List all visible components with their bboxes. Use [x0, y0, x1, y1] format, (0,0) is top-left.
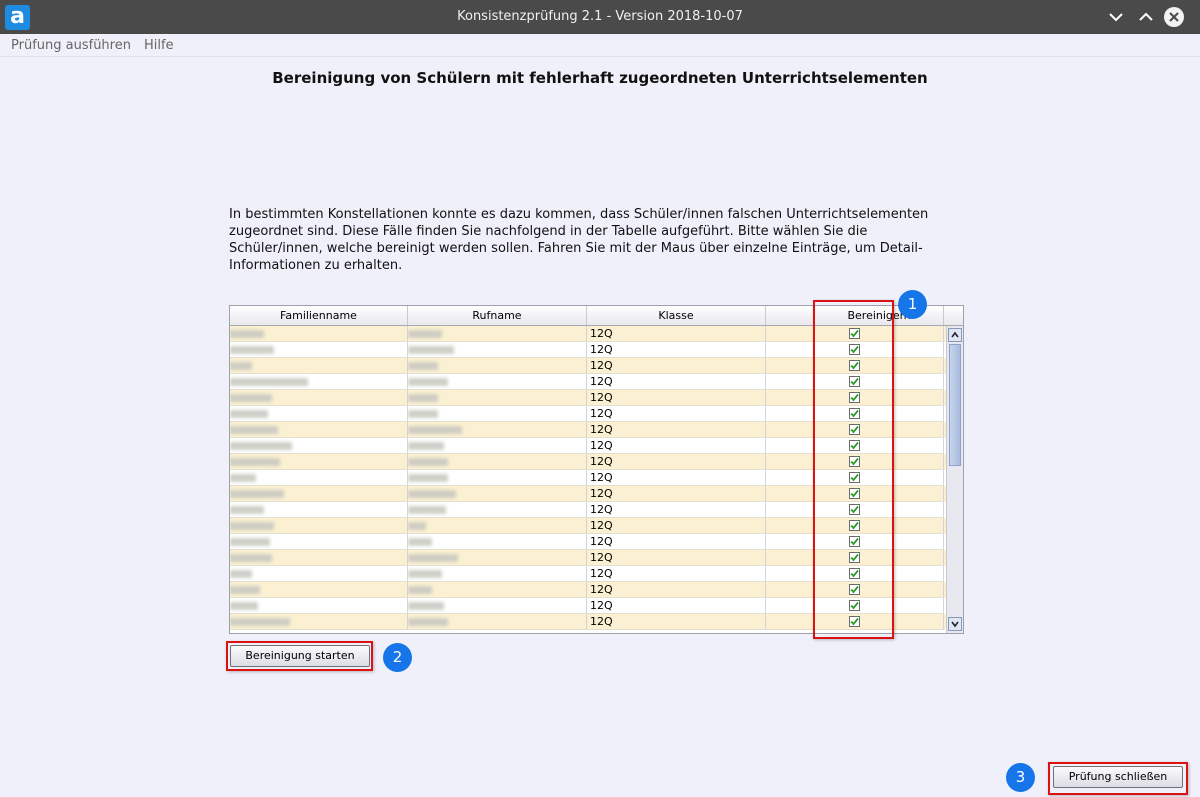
- cell-familienname: [230, 550, 408, 566]
- cell-klasse: 12Q: [587, 566, 766, 582]
- cell-klasse: 12Q: [587, 326, 766, 342]
- cell-familienname: [230, 534, 408, 550]
- cell-rufname: [408, 566, 587, 582]
- cell-familienname: [230, 438, 408, 454]
- cell-klasse: 12Q: [587, 614, 766, 630]
- cell-klasse: 12Q: [587, 342, 766, 358]
- highlight-start-button: [226, 641, 373, 671]
- cell-klasse: 12Q: [587, 598, 766, 614]
- cell-rufname: [408, 390, 587, 406]
- cell-familienname: [230, 486, 408, 502]
- chevron-up-icon: [1135, 6, 1157, 28]
- table-scrollbar[interactable]: [946, 326, 963, 633]
- cell-familienname: [230, 326, 408, 342]
- cell-familienname: [230, 582, 408, 598]
- cell-klasse: 12Q: [587, 534, 766, 550]
- cell-rufname: [408, 614, 587, 630]
- cell-familienname: [230, 374, 408, 390]
- cell-rufname: [408, 534, 587, 550]
- cell-klasse: 12Q: [587, 422, 766, 438]
- window-title: Konsistenzprüfung 2.1 - Version 2018-10-…: [457, 9, 743, 24]
- cell-klasse: 12Q: [587, 470, 766, 486]
- minimize-button[interactable]: [1105, 6, 1127, 28]
- close-window-button[interactable]: [1163, 6, 1185, 28]
- cell-rufname: [408, 470, 587, 486]
- cell-rufname: [408, 598, 587, 614]
- cell-klasse: 12Q: [587, 358, 766, 374]
- cell-rufname: [408, 342, 587, 358]
- page-description: In bestimmten Konstellationen konnte es …: [229, 207, 929, 273]
- cell-familienname: [230, 470, 408, 486]
- highlight-close-button: [1048, 762, 1188, 795]
- chevron-down-icon: [1105, 6, 1127, 28]
- cell-rufname: [408, 518, 587, 534]
- cell-familienname: [230, 454, 408, 470]
- column-header-rufname[interactable]: Rufname: [408, 306, 587, 325]
- cell-familienname: [230, 358, 408, 374]
- arrow-up-icon: [949, 330, 961, 344]
- cell-familienname: [230, 566, 408, 582]
- close-icon: [1163, 6, 1185, 28]
- column-header-familienname[interactable]: Familienname: [230, 306, 408, 325]
- page-title: Bereinigung von Schülern mit fehlerhaft …: [272, 69, 928, 87]
- maximize-button[interactable]: [1135, 6, 1157, 28]
- cell-familienname: [230, 422, 408, 438]
- menu-pruefung-ausfuehren[interactable]: Prüfung ausführen: [11, 38, 131, 53]
- cell-familienname: [230, 390, 408, 406]
- cell-rufname: [408, 486, 587, 502]
- cell-klasse: 12Q: [587, 518, 766, 534]
- cell-klasse: 12Q: [587, 374, 766, 390]
- cell-familienname: [230, 406, 408, 422]
- scroll-down-button[interactable]: [948, 617, 962, 631]
- scroll-up-button[interactable]: [948, 328, 962, 342]
- cell-familienname: [230, 502, 408, 518]
- cell-familienname: [230, 518, 408, 534]
- cell-rufname: [408, 438, 587, 454]
- cell-rufname: [408, 454, 587, 470]
- cell-klasse: 12Q: [587, 454, 766, 470]
- cell-rufname: [408, 582, 587, 598]
- cell-rufname: [408, 326, 587, 342]
- cell-familienname: [230, 614, 408, 630]
- menu-hilfe[interactable]: Hilfe: [144, 38, 174, 53]
- cell-rufname: [408, 358, 587, 374]
- cell-klasse: 12Q: [587, 390, 766, 406]
- annotation-badge-3: 3: [1006, 763, 1035, 792]
- cell-klasse: 12Q: [587, 550, 766, 566]
- cell-rufname: [408, 550, 587, 566]
- cell-rufname: [408, 422, 587, 438]
- cell-familienname: [230, 342, 408, 358]
- cell-rufname: [408, 406, 587, 422]
- highlight-bereinigen-column: [813, 300, 894, 639]
- cell-klasse: 12Q: [587, 486, 766, 502]
- cell-familienname: [230, 598, 408, 614]
- cell-klasse: 12Q: [587, 406, 766, 422]
- annotation-badge-1: 1: [898, 290, 927, 319]
- cell-klasse: 12Q: [587, 502, 766, 518]
- cell-rufname: [408, 502, 587, 518]
- scroll-thumb[interactable]: [949, 344, 961, 466]
- menu-bar: Prüfung ausführen Hilfe: [0, 34, 1200, 57]
- column-header-klasse[interactable]: Klasse: [587, 306, 766, 325]
- title-bar: a Konsistenzprüfung 2.1 - Version 2018-1…: [0, 0, 1200, 34]
- cell-klasse: 12Q: [587, 438, 766, 454]
- cell-klasse: 12Q: [587, 582, 766, 598]
- annotation-badge-2: 2: [383, 643, 412, 672]
- cell-rufname: [408, 374, 587, 390]
- arrow-down-icon: [949, 619, 961, 633]
